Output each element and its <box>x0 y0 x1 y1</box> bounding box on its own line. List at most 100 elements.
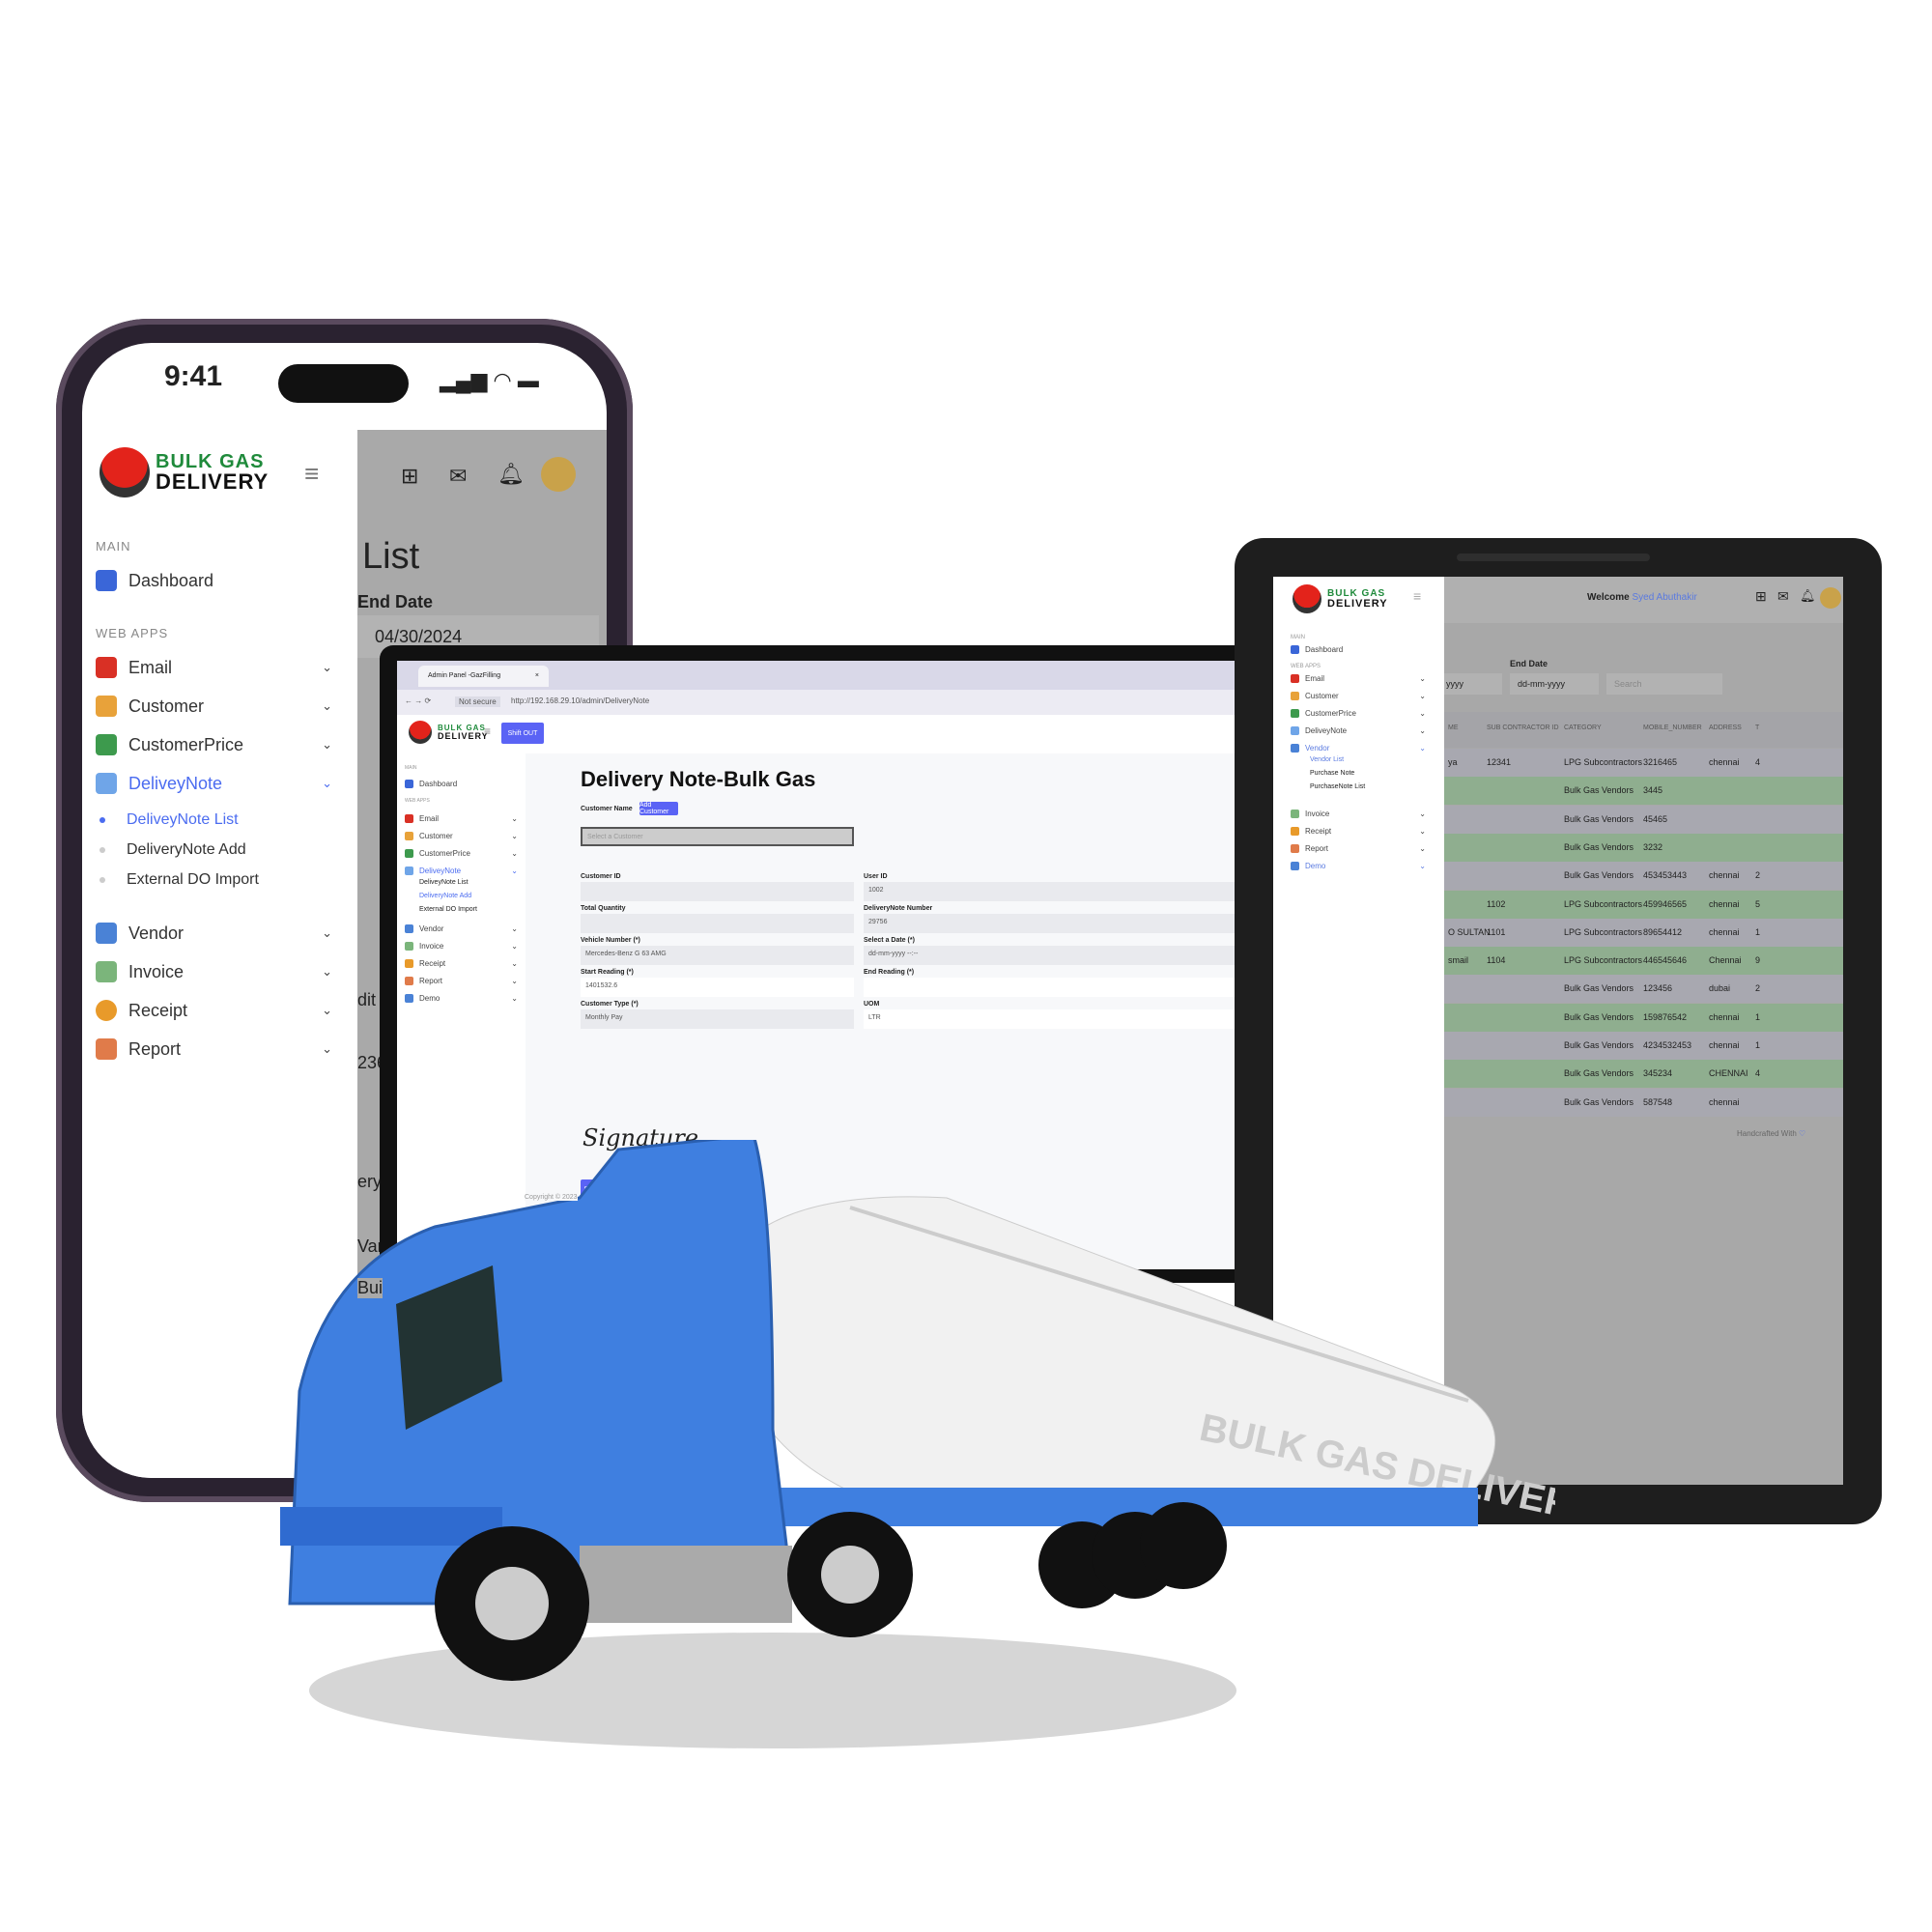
sidebar-item[interactable]: Receipt ⌄ <box>1291 822 1426 839</box>
customer-select[interactable]: Select a Customer <box>581 827 854 846</box>
subitem-external-do-import[interactable]: External DO Import <box>99 871 259 889</box>
sidebar-item[interactable]: Invoice ⌄ <box>405 937 518 954</box>
customer-id-field[interactable] <box>581 882 854 901</box>
shift-out-button[interactable]: Shift OUT <box>501 723 544 744</box>
end-field[interactable] <box>864 978 1249 997</box>
table-row[interactable]: ya 12341 LPG Subcontractors 3216465 chennai 4 <box>1444 749 1843 777</box>
grid-icon[interactable]: ⊞ <box>401 464 418 489</box>
column-header[interactable]: T <box>1755 724 1759 731</box>
vehicle-field[interactable]: Mercedes-Benz G 63 AMG <box>581 946 854 965</box>
sidebar-item-email[interactable]: Email ⌄ <box>96 657 332 678</box>
close-tab-icon[interactable]: × <box>535 672 539 679</box>
sidebar-item[interactable]: Demo ⌄ <box>1291 857 1426 874</box>
chevron-down-icon: ⌄ <box>511 958 518 968</box>
welcome-label: Welcome <box>1587 592 1630 603</box>
sidebar-item[interactable]: CustomerPrice ⌄ <box>1291 704 1426 722</box>
subitem-deliverynote-list[interactable]: DeliveyNote List <box>99 811 239 829</box>
sidebar-item-report[interactable]: Report ⌄ <box>96 1038 332 1060</box>
browser-tab[interactable]: Admin Panel -GazFilling × <box>418 666 549 687</box>
subitem-deliverynote-add[interactable]: DeliveryNote Add <box>99 841 246 859</box>
table-cell: Bulk Gas Vendors <box>1564 1068 1634 1079</box>
table-row[interactable]: Bulk Gas Vendors 4234532453 chennai 1 <box>1444 1032 1843 1060</box>
table-row[interactable]: O SULTAN 1101 LPG Subcontractors 89654412 ch… <box>1444 918 1843 947</box>
table-row[interactable]: 1102 LPG Subcontractors 459946565 chennai 5 <box>1444 890 1843 919</box>
total-qty-field[interactable] <box>581 914 854 933</box>
column-header[interactable]: ADDRESS <box>1709 724 1742 731</box>
column-header[interactable]: CATEGORY <box>1564 724 1602 731</box>
user-id-field[interactable]: 1002 <box>864 882 1249 901</box>
date-field[interactable]: dd-mm-yyyy --:-- <box>864 946 1249 965</box>
start-field[interactable]: 1401532.6 <box>581 978 854 997</box>
table-row[interactable]: smail 1104 LPG Subcontractors 446545646 Chen… <box>1444 947 1843 976</box>
user-name[interactable]: Syed Abuthakir <box>1633 592 1697 603</box>
table-row[interactable]: Bulk Gas Vendors 3445 <box>1444 777 1843 806</box>
sidebar-item[interactable]: Receipt ⌄ <box>405 954 518 972</box>
sidebar-item[interactable]: Email ⌄ <box>1291 669 1426 687</box>
sidebar-item-dashboard[interactable]: Dashboard <box>405 775 518 792</box>
sidebar-item[interactable]: DeliveyNote ⌄ <box>1291 722 1426 739</box>
sidebar-item[interactable]: Vendor ⌄ <box>405 920 518 937</box>
sidebar-item[interactable]: Email ⌄ <box>405 810 518 827</box>
grid-icon[interactable]: ⊞ <box>1755 588 1767 605</box>
sidebar-subitem[interactable]: DeliveryNote Add <box>405 893 518 906</box>
sidebar-subitem[interactable]: Vendor List <box>1291 756 1426 770</box>
sidebar-item[interactable]: Report ⌄ <box>1291 839 1426 857</box>
table-row[interactable]: Bulk Gas Vendors 123456 dubai 2 <box>1444 975 1843 1004</box>
sidebar-item-receipt[interactable]: Receipt ⌄ <box>96 1000 332 1021</box>
table-row[interactable]: Bulk Gas Vendors 3232 <box>1444 833 1843 862</box>
sidebar-item[interactable]: CustomerPrice ⌄ <box>405 844 518 862</box>
sidebar-item[interactable]: Demo ⌄ <box>405 989 518 1007</box>
sidebar-item-dashboard[interactable]: Dashboard <box>1291 640 1426 658</box>
sidebar-item[interactable]: Invoice ⌄ <box>1291 805 1426 822</box>
sidebar-item[interactable]: Customer ⌄ <box>1291 687 1426 704</box>
column-header[interactable]: ME <box>1448 724 1459 731</box>
sidebar-subitem[interactable]: PurchaseNote List <box>1291 783 1426 797</box>
sidebar-item-invoice[interactable]: Invoice ⌄ <box>96 961 332 982</box>
sidebar-item[interactable]: Vendor ⌄ <box>1291 739 1426 756</box>
not-secure-badge[interactable]: Not secure <box>455 696 500 707</box>
hamburger-menu-icon[interactable]: ≡ <box>484 724 491 738</box>
nav-arrows-icon[interactable]: ← → ⟳ <box>405 696 431 705</box>
sidebar-item-deliverynote[interactable]: DeliveyNote ⌄ <box>96 773 332 794</box>
hamburger-menu-icon[interactable]: ≡ <box>1413 588 1421 604</box>
avatar[interactable] <box>1820 587 1841 609</box>
sidebar-item[interactable]: Customer ⌄ <box>405 827 518 844</box>
column-header[interactable]: MOBILE_NUMBER <box>1643 724 1702 731</box>
table-row[interactable]: Bulk Gas Vendors 587548 chennai <box>1444 1088 1843 1117</box>
ctype-field[interactable]: Monthly Pay <box>581 1009 854 1029</box>
end-date-input[interactable]: dd-mm-yyyy <box>1510 673 1599 695</box>
sidebar-label: Customer <box>419 831 453 840</box>
save-print-button[interactable]: Save & Print <box>581 1179 625 1199</box>
table-cell: Bulk Gas Vendors <box>1564 870 1634 881</box>
table-cell: 2 <box>1755 983 1761 994</box>
mail-icon[interactable]: ✉ <box>1777 588 1789 605</box>
sidebar-subitem[interactable]: External DO Import <box>405 906 518 920</box>
table-cell: 3232 <box>1643 841 1663 852</box>
address-bar[interactable]: ← → ⟳ Not secure http://192.168.29.10/admi… <box>397 690 1249 715</box>
bell-icon[interactable]: 🔔︎ <box>497 462 525 487</box>
sidebar-item-customerprice[interactable]: CustomerPrice ⌄ <box>96 734 332 755</box>
sidebar-subitem[interactable]: DeliveyNote List <box>405 879 518 893</box>
hamburger-menu-icon[interactable]: ≡ <box>304 459 319 489</box>
start-date-input[interactable]: yyyy <box>1444 673 1502 695</box>
search-input[interactable]: Search <box>1606 673 1722 695</box>
avatar[interactable] <box>541 457 576 492</box>
table-cell: 9 <box>1755 955 1761 966</box>
table-row[interactable]: Bulk Gas Vendors 453453443 chennai 2 <box>1444 862 1843 891</box>
dynamic-island <box>278 364 409 403</box>
bell-icon[interactable]: 🔔︎ <box>1800 588 1816 604</box>
sidebar-item[interactable]: DeliveyNote ⌄ <box>405 862 518 879</box>
sidebar-item-vendor[interactable]: Vendor ⌄ <box>96 923 332 944</box>
sidebar-item-customer[interactable]: Customer ⌄ <box>96 696 332 717</box>
table-row[interactable]: Bulk Gas Vendors 45465 <box>1444 805 1843 834</box>
table-row[interactable]: Bulk Gas Vendors 345234 CHENNAI 4 <box>1444 1060 1843 1089</box>
sidebar-item[interactable]: Report ⌄ <box>405 972 518 989</box>
mail-icon[interactable]: ✉ <box>449 464 467 489</box>
sidebar-subitem[interactable]: Purchase Note <box>1291 770 1426 783</box>
sidebar-item-dashboard[interactable]: Dashboard <box>96 570 332 591</box>
column-header[interactable]: SUB CONTRACTOR ID <box>1487 724 1559 731</box>
table-row[interactable]: Bulk Gas Vendors 159876542 chennai 1 <box>1444 1003 1843 1032</box>
add-customer-button[interactable]: Add Customer <box>639 802 678 815</box>
uom-field[interactable]: LTR <box>864 1009 1249 1029</box>
dn-number-field[interactable]: 29756 <box>864 914 1249 933</box>
